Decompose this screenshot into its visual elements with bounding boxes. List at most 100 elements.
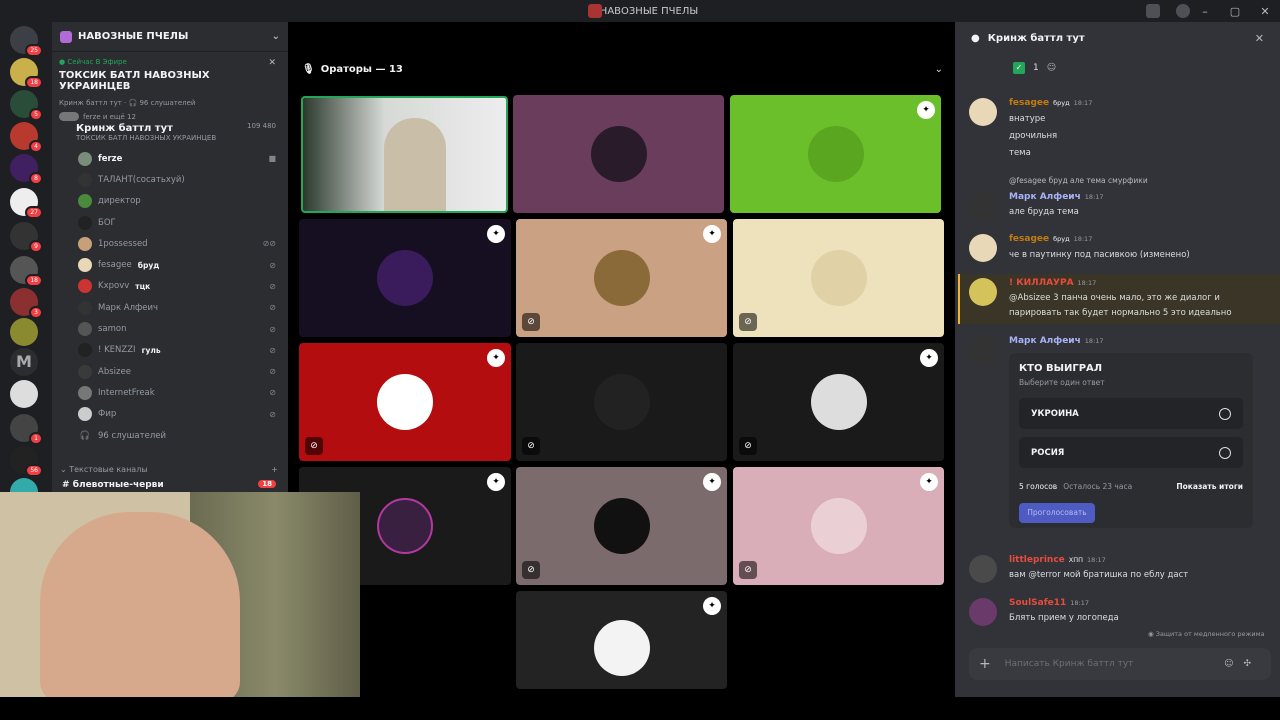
voice-user[interactable]: InternetFreak ⊘ (52, 382, 288, 403)
message-author[interactable]: littleprince (1009, 555, 1065, 565)
apps-icon[interactable]: ✣ (1243, 659, 1261, 669)
add-reaction-icon[interactable]: ☺ (1047, 63, 1056, 73)
text-channel[interactable]: # блевотные-черви 18 (62, 480, 280, 490)
listeners-count[interactable]: 🎧 96 слушателей (52, 425, 288, 446)
close-icon[interactable]: ✕ (268, 58, 276, 68)
reaction[interactable]: ✓ 1 ☺ (1013, 62, 1056, 74)
avatar (78, 236, 92, 251)
poll-option[interactable]: РОСИЯ (1019, 437, 1243, 468)
message-text: вам @terror мой братишка по еблу даст (1009, 570, 1189, 580)
message-author[interactable]: SoulSafe11 (1009, 598, 1066, 608)
timestamp: 18:17 (1073, 99, 1093, 107)
avatar[interactable] (969, 278, 997, 306)
message-input[interactable]: + Написать Кринж баттл тут ☺✣ (969, 648, 1271, 680)
plus-icon[interactable]: + (271, 465, 278, 474)
close-icon[interactable]: ✕ (1255, 32, 1264, 45)
server-icon[interactable]: 5 (10, 90, 43, 121)
message-author[interactable]: fesagee (1009, 234, 1049, 244)
voice-channel-sub: ТОКСИК БАТЛ НАВОЗНЫХ УКРАИНЦЕВ (76, 134, 217, 142)
server-icon[interactable] (10, 380, 38, 408)
avatar[interactable] (969, 98, 997, 126)
speaker-tile[interactable] (513, 95, 724, 213)
server-icon[interactable]: 1 (10, 414, 43, 445)
poll-option[interactable]: УКРОИНА (1019, 398, 1243, 429)
voice-user[interactable]: fesagee бруд ⊘ (52, 254, 288, 275)
voice-user[interactable]: Absizee ⊘ (52, 361, 288, 382)
mute-icon: ⊘ (305, 437, 323, 455)
voice-user[interactable]: ferze ■ (52, 148, 288, 169)
message-author[interactable]: Марк Алфеич (1009, 336, 1081, 346)
help-icon[interactable] (1176, 4, 1190, 18)
speaker-tile[interactable]: ✦ ⊘ (299, 343, 511, 461)
user-name: Absizee (98, 366, 131, 377)
star-icon: ✦ (487, 349, 505, 367)
server-icon[interactable]: 25 (10, 26, 43, 57)
mute-icon: ⊘ (522, 313, 540, 331)
speaker-tile[interactable]: ✦ (516, 591, 727, 689)
checkmark-icon: ✓ (1013, 62, 1025, 74)
server-icon[interactable] (10, 318, 38, 346)
server-icon[interactable]: 27 (10, 188, 43, 219)
server-logo-icon (60, 30, 72, 43)
message-author[interactable]: ! КИЛЛАУРА (1009, 278, 1074, 288)
speaker-tile[interactable]: ✦ (730, 95, 941, 213)
show-results-link[interactable]: Показать итоги (1176, 482, 1243, 491)
speaker-tile[interactable]: ✦ ⊘ (516, 219, 727, 337)
text-channels-category[interactable]: ⌄ Текстовые каналы + (60, 465, 280, 474)
message-author[interactable]: Марк Алфеич (1009, 192, 1081, 202)
avatar[interactable] (969, 234, 997, 262)
minimize-icon[interactable]: – (1190, 5, 1220, 18)
speaker-tile[interactable]: ✦ ⊘ (516, 467, 727, 585)
avatar[interactable] (969, 598, 997, 626)
vote-button[interactable]: Проголосовать (1019, 503, 1095, 523)
chevron-down-icon[interactable]: ⌄ (935, 64, 943, 75)
voice-user[interactable]: ! KENZZI гуль ⊘ (52, 340, 288, 361)
user-name: БОГ (98, 217, 116, 228)
mute-icon: ⊘ (269, 388, 276, 398)
radio-icon[interactable] (1219, 446, 1231, 459)
close-window-icon[interactable]: ✕ (1250, 5, 1280, 18)
speaker-tile[interactable]: ✦ ⊘ (733, 467, 944, 585)
server-icon[interactable]: 56 (10, 446, 43, 477)
server-icon[interactable]: M (10, 348, 38, 376)
maximize-icon[interactable]: ▢ (1220, 5, 1250, 18)
plus-icon[interactable]: + (979, 656, 991, 672)
server-icon[interactable]: 4 (10, 122, 43, 153)
radio-icon[interactable] (1219, 407, 1231, 420)
speaker-tile[interactable]: ✦ ⊘ (733, 343, 944, 461)
avatar (78, 215, 92, 230)
mute-icon: ⊘ (522, 561, 540, 579)
voice-channel[interactable]: Кринж баттл тут ТОКСИК БАТЛ НАВОЗНЫХ УКР… (52, 120, 288, 142)
avatar (810, 250, 867, 306)
avatar[interactable] (969, 336, 997, 364)
speaker-tile[interactable]: ✦ (299, 219, 511, 337)
voice-user[interactable]: ТАЛАНТ(сосатьхуй) (52, 169, 288, 190)
camera-icon: ■ (268, 154, 276, 164)
voice-user[interactable]: 1possessed ⊘⊘ (52, 233, 288, 254)
voice-user[interactable]: samon ⊘ (52, 318, 288, 339)
voice-user[interactable]: Марк Алфеич ⊘ (52, 297, 288, 318)
user-tag: бруд (137, 260, 160, 270)
avatar (593, 374, 650, 430)
live-stage-card[interactable]: ● Сейчас В Эфире ✕ ТОКСИК БАТЛ НАВОЗНЫХ У… (52, 52, 288, 121)
inbox-icon[interactable] (1146, 4, 1160, 18)
emoji-icon[interactable]: ☺ (1224, 659, 1243, 669)
message-author[interactable]: fesagee (1009, 98, 1049, 108)
video-tile[interactable] (301, 96, 508, 213)
speaker-tile[interactable]: ⊘ (733, 219, 944, 337)
speaker-tile[interactable]: ⊘ (516, 343, 727, 461)
server-icon[interactable]: 18 (10, 256, 43, 287)
voice-user[interactable]: Kxpovv тцк ⊘ (52, 276, 288, 297)
voice-user[interactable]: Фир ⊘ (52, 404, 288, 425)
server-icon[interactable]: 3 (10, 288, 43, 319)
slowmode-text: Защита от медленного режима (1155, 630, 1265, 638)
server-icon[interactable]: 8 (10, 154, 43, 185)
avatar[interactable] (969, 555, 997, 583)
server-header[interactable]: НАВОЗНЫЕ ПЧЕЛЫ ⌄ (52, 22, 288, 52)
chevron-down-icon[interactable]: ⌄ (272, 31, 280, 42)
voice-user[interactable]: БОГ (52, 212, 288, 233)
avatar[interactable] (969, 192, 997, 220)
server-icon[interactable]: 18 (10, 58, 43, 89)
server-icon[interactable]: 9 (10, 222, 43, 253)
voice-user[interactable]: директор (52, 191, 288, 212)
